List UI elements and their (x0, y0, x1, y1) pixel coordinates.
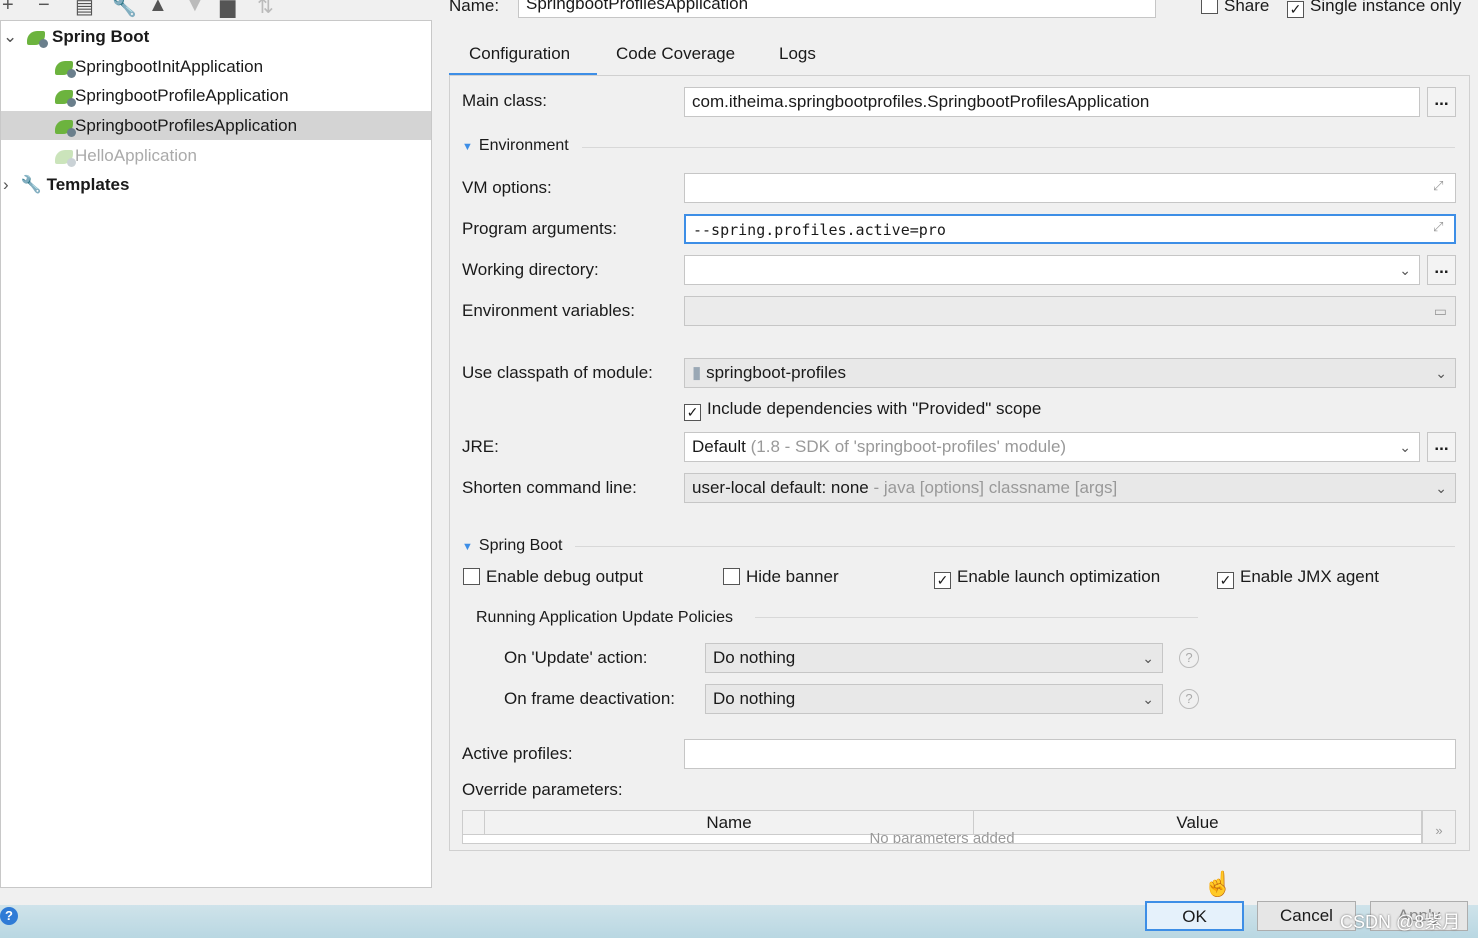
chevron-down-icon: ⌄ (1399, 439, 1411, 455)
divider (582, 147, 1455, 148)
working-directory-label: Working directory: (462, 260, 599, 279)
tree-item[interactable]: HelloApplication (1, 141, 431, 170)
spring-boot-icon (55, 149, 76, 167)
main-class-input[interactable]: com.itheima.springbootprofiles.Springboo… (684, 87, 1420, 117)
vm-options-label: VM options: (462, 178, 552, 197)
tree-group-templates[interactable]: › 🔧 Templates (1, 170, 431, 199)
name-label: Name: (449, 0, 500, 15)
classpath-module-select[interactable]: ▮ springboot-profiles ⌄ (684, 358, 1456, 388)
spring-boot-section[interactable]: ▼ Spring Boot (462, 537, 563, 555)
include-dependencies-checkbox[interactable]: ✓ Include dependencies with "Provided" sc… (684, 399, 1041, 421)
chevron-down-icon: ⌄ (1435, 480, 1447, 496)
jre-label: JRE: (462, 437, 499, 456)
launch-optimization-checkbox[interactable]: ✓ Enable launch optimization (934, 567, 1160, 589)
chevron-down-icon[interactable]: ⌄ (1399, 256, 1411, 284)
debug-output-checkbox[interactable]: Enable debug output (463, 567, 643, 587)
vm-options-input[interactable] (684, 173, 1456, 203)
help-icon[interactable]: ? (1179, 689, 1199, 709)
jre-select[interactable]: Default (1.8 - SDK of 'springboot-profil… (684, 432, 1420, 462)
active-profiles-input[interactable] (684, 739, 1456, 769)
empty-table-text: No parameters added (869, 830, 1015, 844)
tab-configuration[interactable]: Configuration (469, 44, 570, 64)
expand-icon[interactable]: ⤢ (1433, 178, 1443, 194)
folder-icon[interactable]: ▭ (1434, 297, 1447, 325)
wrench-icon[interactable]: 🔧 (112, 0, 137, 19)
spring-boot-icon (27, 30, 49, 48)
wrench-icon: 🔧 (20, 175, 42, 194)
help-icon[interactable]: ? (0, 907, 18, 925)
triangle-down-icon: ▼ (462, 541, 473, 553)
move-up-icon[interactable]: ▲ (148, 0, 168, 17)
tab-code-coverage[interactable]: Code Coverage (616, 44, 735, 64)
hide-banner-checkbox[interactable]: Hide banner (723, 567, 839, 587)
shorten-command-line-label: Shorten command line: (462, 478, 637, 497)
override-parameters-table[interactable]: Name Value No parameters added (462, 810, 1422, 844)
chevron-down-icon: ⌄ (1435, 365, 1447, 381)
move-down-icon[interactable]: ▼ (185, 0, 205, 17)
spring-boot-icon (55, 119, 76, 137)
divider (575, 546, 1455, 547)
spring-boot-error-icon (55, 89, 76, 107)
browse-jre-button[interactable]: ... (1427, 432, 1456, 462)
spring-boot-icon (55, 60, 76, 78)
tree-group-spring-boot[interactable]: ⌄ Spring Boot (1, 22, 431, 51)
sort-icon[interactable]: ⇅ (257, 0, 274, 19)
chevron-down-icon: ⌄ (1142, 650, 1154, 666)
share-checkbox[interactable]: Share (1201, 0, 1269, 16)
tree-item[interactable]: SpringbootProfileApplication (1, 81, 431, 110)
more-columns-icon[interactable]: » (1422, 810, 1456, 844)
chevron-down-icon[interactable]: ⌄ (3, 27, 17, 46)
chevron-down-icon: ⌄ (1142, 691, 1154, 707)
tree-item[interactable]: SpringbootInitApplication (1, 52, 431, 81)
tree-item-selected[interactable]: SpringbootProfilesApplication (1, 111, 431, 140)
chevron-right-icon[interactable]: › (3, 175, 9, 194)
environment-variables-input[interactable]: ▭ (684, 296, 1456, 326)
shorten-command-line-select[interactable]: user-local default: none - java [options… (684, 473, 1456, 503)
watermark: CSDN @8紫月 (1340, 912, 1461, 932)
main-class-label: Main class: (462, 91, 548, 110)
update-policies-heading: Running Application Update Policies (476, 609, 734, 626)
module-folder-icon: ▮ (692, 363, 702, 382)
help-icon[interactable]: ? (1179, 648, 1199, 668)
frame-deactivation-label: On frame deactivation: (504, 689, 676, 708)
divider (755, 617, 1198, 618)
browse-directory-button[interactable]: ... (1427, 255, 1456, 285)
working-directory-input[interactable]: ⌄ (684, 255, 1420, 285)
copy-icon[interactable]: ▤ (75, 0, 94, 19)
run-config-tree[interactable]: ⌄ Spring Boot SpringbootInitApplication … (0, 20, 432, 888)
classpath-module-label: Use classpath of module: (462, 363, 653, 382)
single-instance-checkbox[interactable]: ✓ Single instance only (1287, 0, 1461, 18)
hand-cursor-icon: ☝ (1203, 871, 1233, 898)
update-action-select[interactable]: Do nothing ⌄ (705, 643, 1163, 673)
active-profiles-label: Active profiles: (462, 744, 573, 763)
remove-icon[interactable]: − (38, 0, 50, 17)
override-parameters-label: Override parameters: (462, 780, 623, 799)
program-arguments-input[interactable]: --spring.profiles.active=pro (684, 214, 1456, 244)
frame-deactivation-select[interactable]: Do nothing ⌄ (705, 684, 1163, 714)
expand-icon[interactable]: ⤢ (1433, 219, 1443, 235)
program-arguments-label: Program arguments: (462, 219, 617, 238)
update-action-label: On 'Update' action: (504, 648, 648, 667)
jmx-agent-checkbox[interactable]: ✓ Enable JMX agent (1217, 567, 1379, 589)
add-icon[interactable]: + (2, 0, 14, 17)
environment-variables-label: Environment variables: (462, 301, 635, 320)
ok-button[interactable]: OK (1145, 901, 1244, 931)
folder-add-icon[interactable]: ▆ (220, 0, 235, 19)
environment-section[interactable]: ▼ Environment (462, 137, 569, 155)
browse-main-class-button[interactable]: ... (1427, 87, 1456, 117)
name-input[interactable]: SpringbootProfilesApplication (518, 0, 1156, 18)
tab-logs[interactable]: Logs (779, 44, 816, 64)
triangle-down-icon: ▼ (462, 141, 473, 153)
